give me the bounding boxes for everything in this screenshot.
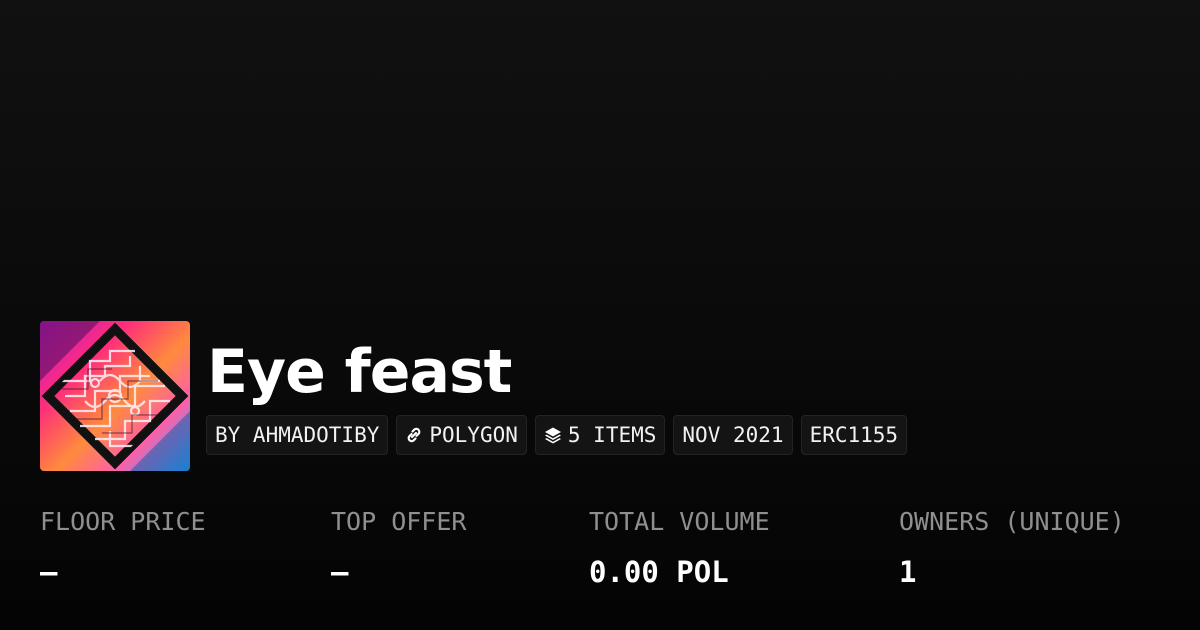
collection-avatar: [40, 321, 190, 471]
items-tag[interactable]: 5 ITEMS: [534, 415, 666, 455]
standard-label: ERC1155: [809, 423, 899, 447]
og-card: { "collection": { "title": "Eye feast", …: [0, 0, 1200, 630]
total-volume-label: TOTAL VOLUME: [589, 507, 770, 536]
creator-label: BY AHMADOTIBY: [215, 423, 380, 447]
owners-stat: OWNERS (UNIQUE) 1: [899, 505, 1125, 590]
collection-tags: BY AHMADOTIBY POLYGON 5 ITEMS NOV 2021 E…: [206, 415, 908, 455]
owners-label: OWNERS (UNIQUE): [899, 507, 1125, 536]
standard-tag: ERC1155: [800, 415, 908, 455]
total-volume-stat: TOTAL VOLUME 0.00 POL: [589, 505, 770, 590]
creator-tag[interactable]: BY AHMADOTIBY: [206, 415, 389, 455]
items-label: 5 ITEMS: [567, 423, 657, 447]
floor-price-label: FLOOR PRICE: [40, 507, 206, 536]
chain-label: POLYGON: [429, 423, 518, 447]
date-tag: NOV 2021: [673, 415, 793, 455]
floor-price-stat: FLOOR PRICE —: [40, 505, 206, 590]
top-offer-value: —: [331, 555, 349, 589]
top-offer-stat: TOP OFFER —: [331, 505, 466, 590]
total-volume-value: 0.00 POL: [589, 555, 729, 589]
link-icon: [405, 426, 423, 444]
collection-title: Eye feast: [207, 337, 512, 407]
layers-icon: [544, 426, 562, 444]
chain-tag[interactable]: POLYGON: [396, 415, 527, 455]
floor-price-value: —: [40, 555, 58, 589]
owners-value: 1: [899, 555, 917, 589]
top-offer-label: TOP OFFER: [331, 507, 467, 536]
date-label: NOV 2021: [682, 423, 784, 447]
